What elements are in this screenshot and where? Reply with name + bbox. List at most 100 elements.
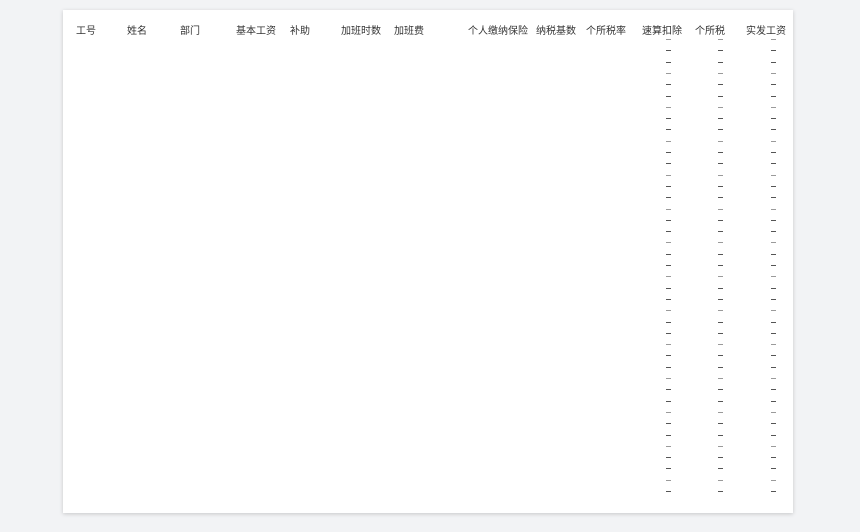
header-net-pay: 实发工资 xyxy=(746,26,786,37)
empty-cell-dash xyxy=(718,310,723,312)
empty-cell-dash xyxy=(771,445,776,447)
empty-cell-dash xyxy=(718,491,723,492)
empty-cell-dash xyxy=(718,355,723,357)
payroll-sheet: 工号 姓名 部门 基本工资 补助 加班时数 加班费 个人缴纳保险 纳税基数 个所… xyxy=(63,10,793,513)
empty-cell-dash xyxy=(666,84,671,86)
header-allowance: 补助 xyxy=(290,26,310,37)
empty-cell-dash xyxy=(718,468,723,470)
empty-cell-dash xyxy=(666,129,671,131)
header-ot-hours: 加班时数 xyxy=(341,26,381,37)
empty-cell-dash xyxy=(666,174,671,176)
header-ot-pay: 加班费 xyxy=(394,26,424,37)
empty-cell-dash xyxy=(666,400,671,402)
empty-cell-dash xyxy=(771,39,776,40)
empty-cell-dash xyxy=(666,152,671,153)
empty-cell-dash xyxy=(666,242,671,244)
empty-cell-dash xyxy=(771,298,776,300)
empty-cell-dash xyxy=(666,423,671,425)
empty-cell-dash xyxy=(718,321,723,323)
empty-cell-dash xyxy=(771,84,776,86)
empty-cell-dash xyxy=(771,118,776,120)
empty-cell-dash xyxy=(718,298,723,300)
header-insurance: 个人缴纳保险 xyxy=(468,26,528,37)
empty-cell-dash xyxy=(718,231,723,233)
empty-cell-dash xyxy=(771,197,776,199)
empty-cell-dash xyxy=(771,140,776,142)
empty-cell-dash xyxy=(771,366,776,368)
empty-cell-dash xyxy=(718,140,723,142)
empty-cell-dash xyxy=(666,366,671,368)
empty-cell-dash xyxy=(771,491,776,492)
empty-cell-dash xyxy=(666,389,671,391)
empty-cell-dash xyxy=(718,185,723,187)
empty-cell-dash xyxy=(718,129,723,131)
empty-cell-dash xyxy=(718,265,723,266)
empty-cell-dash xyxy=(666,434,671,436)
empty-cell-dash xyxy=(718,208,723,210)
empty-cell-dash xyxy=(771,434,776,436)
empty-cell-dash xyxy=(771,253,776,255)
empty-cell-dash xyxy=(771,72,776,74)
empty-cell-dash xyxy=(718,423,723,425)
empty-cell-dash xyxy=(666,310,671,312)
empty-cell-dash xyxy=(771,321,776,323)
empty-cell-dash xyxy=(771,106,776,108)
empty-cell-dash xyxy=(718,389,723,391)
empty-cell-dash xyxy=(666,208,671,210)
empty-cell-dash xyxy=(771,389,776,391)
empty-cell-dash xyxy=(666,457,671,459)
empty-cell-dash xyxy=(666,140,671,142)
empty-cell-dash xyxy=(718,197,723,199)
empty-cell-dash xyxy=(666,491,671,492)
empty-cell-dash xyxy=(771,185,776,187)
empty-cell-dash xyxy=(666,95,671,97)
header-base-salary: 基本工资 xyxy=(236,26,276,37)
empty-cell-dash xyxy=(771,265,776,266)
empty-cell-dash xyxy=(666,265,671,266)
empty-cell-dash xyxy=(666,332,671,334)
empty-cell-dash xyxy=(771,95,776,97)
empty-cell-dash xyxy=(771,129,776,131)
header-income-tax: 个所税 xyxy=(695,26,725,37)
empty-cell-dash xyxy=(666,50,671,52)
empty-cell-dash xyxy=(718,344,723,346)
empty-cell-dash xyxy=(666,411,671,413)
empty-cell-dash xyxy=(718,434,723,436)
empty-cell-dash xyxy=(666,445,671,447)
empty-cell-dash xyxy=(718,366,723,368)
empty-cell-dash xyxy=(666,355,671,357)
empty-cell-dash xyxy=(666,321,671,323)
empty-cell-dash xyxy=(718,411,723,413)
empty-cell-dash xyxy=(771,378,776,379)
empty-cell-dash xyxy=(718,152,723,153)
empty-cell-dash xyxy=(666,39,671,40)
empty-cell-dash xyxy=(666,287,671,289)
empty-cell-dash xyxy=(666,219,671,221)
empty-cell-dash xyxy=(771,61,776,63)
empty-cell-dash xyxy=(771,344,776,346)
empty-cell-dash xyxy=(666,253,671,255)
empty-cell-dash xyxy=(666,276,671,278)
empty-cell-dash xyxy=(771,400,776,402)
empty-cell-dash xyxy=(771,411,776,413)
empty-cell-dash xyxy=(718,61,723,63)
empty-cell-dash xyxy=(771,310,776,312)
empty-cell-dash xyxy=(718,118,723,120)
empty-cell-dash xyxy=(718,287,723,289)
empty-cell-dash xyxy=(718,39,723,40)
empty-cell-dash xyxy=(666,106,671,108)
empty-cell-dash xyxy=(666,378,671,379)
empty-cell-dash xyxy=(666,118,671,120)
empty-cell-dash xyxy=(771,423,776,425)
empty-cell-dash xyxy=(666,479,671,481)
header-emp-id: 工号 xyxy=(76,26,96,37)
empty-cell-dash xyxy=(666,468,671,470)
empty-cell-dash xyxy=(718,163,723,165)
header-taxable-base: 纳税基数 xyxy=(536,26,576,37)
empty-cell-dash xyxy=(771,457,776,459)
empty-cell-dash xyxy=(771,276,776,278)
header-dept: 部门 xyxy=(180,26,200,37)
empty-cell-dash xyxy=(771,152,776,153)
empty-cell-dash xyxy=(771,219,776,221)
empty-cell-dash xyxy=(718,219,723,221)
